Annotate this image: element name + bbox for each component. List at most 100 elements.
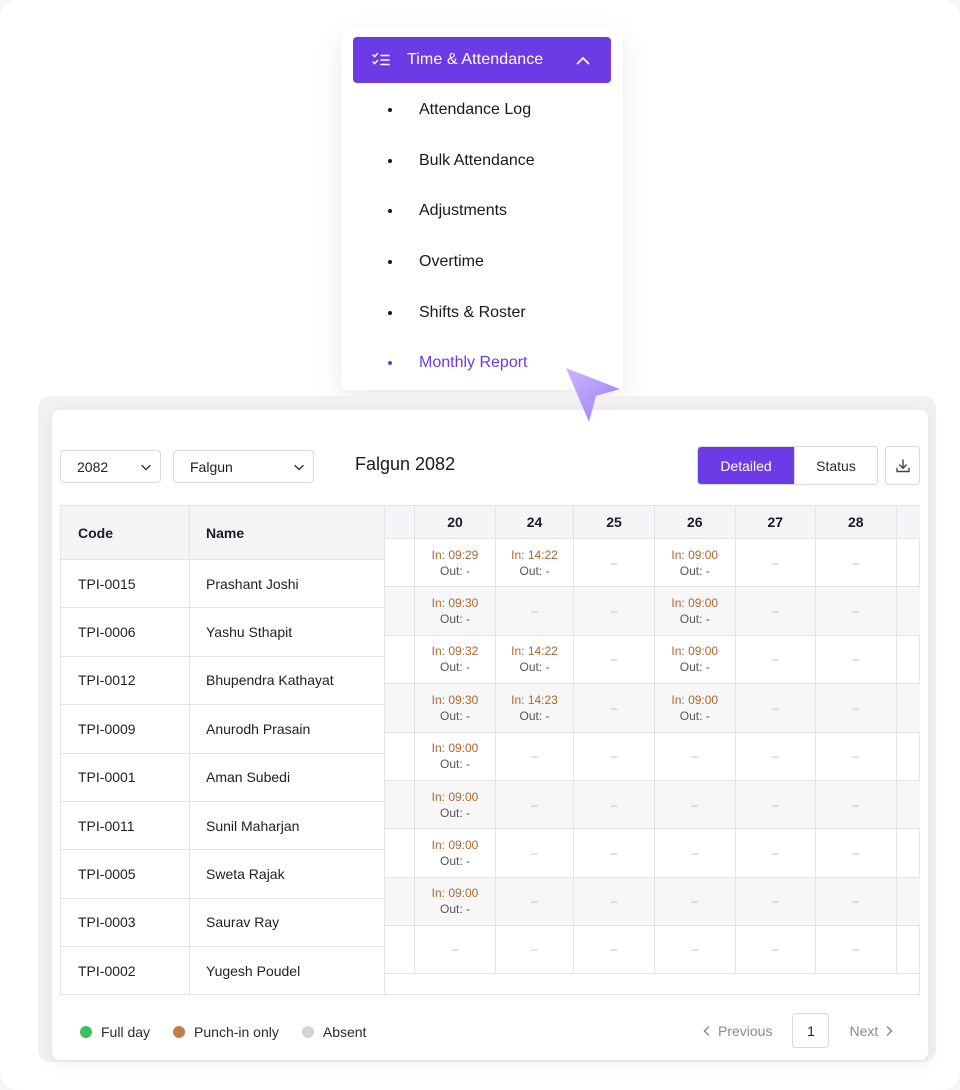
time-attendance-menu-header[interactable]: Time & Attendance [353, 37, 611, 83]
attendance-cell[interactable]: – [736, 780, 816, 829]
attendance-cell[interactable]: – [816, 539, 897, 587]
punch-in-time: In: 09:00 [431, 886, 479, 901]
attendance-cell[interactable]: In: 09:00 Out: - [415, 732, 496, 780]
attendance-cell[interactable]: – [574, 926, 655, 973]
attendance-cell[interactable]: – [574, 780, 655, 829]
attendance-cell[interactable]: – [574, 635, 655, 684]
attendance-cell[interactable]: – [816, 926, 897, 973]
punch-out-time: Out: - [439, 757, 470, 772]
attendance-cell[interactable]: In: 09:00 Out: - [655, 539, 736, 587]
attendance-cell[interactable]: – [496, 829, 574, 877]
menu-item-attendance-log[interactable]: Attendance Log [341, 85, 623, 136]
attendance-cell[interactable]: – [816, 587, 897, 635]
menu-item-shifts-roster[interactable]: Shifts & Roster [341, 287, 623, 338]
status-view-button[interactable]: Status [794, 447, 877, 484]
attendance-cell[interactable]: In: 09:30 Out: - [415, 587, 496, 635]
attendance-cell[interactable]: – [736, 829, 816, 877]
month-select[interactable]: Falgun [173, 450, 314, 483]
punch-in-time: In: 09:00 [431, 741, 479, 756]
attendance-cell[interactable]: – [655, 732, 736, 780]
day-column-header: 27 [736, 506, 816, 538]
attendance-cell[interactable]: – [415, 926, 496, 973]
attendance-cell[interactable]: – [574, 829, 655, 877]
attendance-cell[interactable]: – [816, 780, 897, 829]
attendance-cell[interactable]: – [736, 587, 816, 635]
attendance-cell[interactable]: – [496, 926, 574, 973]
attendance-cell[interactable]: – [574, 732, 655, 780]
attendance-cell[interactable]: In: 09:30 Out: - [415, 684, 496, 732]
legend-label: Punch-in only [194, 1024, 279, 1040]
punch-in-time: In: 09:29 [431, 547, 479, 562]
spacer-cell [897, 539, 921, 586]
empty-cell-dash: – [691, 894, 699, 909]
empty-cell-dash: – [771, 894, 779, 909]
attendance-cell[interactable]: In: 14:23 Out: - [496, 684, 574, 732]
attendance-cell[interactable]: – [736, 926, 816, 973]
attendance-cell[interactable]: – [574, 877, 655, 926]
day-columns[interactable]: 20 24 25 26 27 28 In: 09:29 Out: - In: 14:22 Out:… [385, 506, 920, 974]
attendance-cell[interactable]: In: 14:22 Out: - [496, 539, 574, 587]
spacer-cell [385, 877, 415, 926]
attendance-cell[interactable]: – [655, 780, 736, 829]
attendance-cell[interactable]: – [736, 877, 816, 926]
employee-code: TPI-0006 [61, 608, 190, 656]
empty-cell-dash: – [771, 604, 779, 619]
employee-code: TPI-0012 [61, 656, 190, 705]
view-toggle: Detailed Status [697, 446, 878, 485]
empty-cell-dash: – [691, 846, 699, 861]
attendance-cell[interactable]: – [574, 684, 655, 732]
legend-label: Absent [322, 1024, 367, 1040]
page-number-button[interactable]: 1 [792, 1013, 830, 1048]
chevron-up-icon[interactable] [575, 52, 591, 68]
attendance-cell[interactable]: In: 09:29 Out: - [415, 539, 496, 587]
spacer-cell [897, 781, 921, 828]
menu-item-bulk-attendance[interactable]: Bulk Attendance [341, 136, 623, 187]
detailed-view-button[interactable]: Detailed [698, 447, 794, 484]
employee-code: TPI-0002 [61, 947, 190, 995]
attendance-cell[interactable]: – [655, 829, 736, 877]
attendance-cell[interactable]: – [816, 829, 897, 877]
attendance-cell[interactable]: – [574, 539, 655, 587]
attendance-cell[interactable]: – [816, 877, 897, 926]
attendance-cell[interactable]: – [496, 587, 574, 635]
attendance-cell[interactable]: In: 14:22 Out: - [496, 635, 574, 684]
previous-page-button[interactable]: Previous [702, 1023, 772, 1039]
download-button[interactable] [885, 446, 920, 485]
attendance-cell[interactable]: – [496, 732, 574, 780]
employee-name: Bhupendra Kathayat [206, 672, 334, 689]
attendance-cell[interactable]: In: 09:32 Out: - [415, 635, 496, 684]
attendance-cell[interactable]: – [736, 539, 816, 587]
attendance-cell[interactable]: – [736, 732, 816, 780]
attendance-cell[interactable]: In: 09:00 Out: - [655, 635, 736, 684]
attendance-cell[interactable]: – [736, 684, 816, 732]
attendance-cell[interactable]: – [655, 877, 736, 926]
attendance-cell[interactable]: – [736, 635, 816, 684]
empty-cell-dash: – [771, 846, 779, 861]
attendance-cell[interactable]: In: 09:00 Out: - [655, 587, 736, 635]
spacer-cell [897, 733, 921, 780]
attendance-cell[interactable]: In: 09:00 Out: - [415, 877, 496, 926]
legend-dot-icon [80, 1026, 92, 1038]
attendance-cell[interactable]: – [574, 587, 655, 635]
attendance-cell[interactable]: In: 09:00 Out: - [655, 684, 736, 732]
menu-item-overtime[interactable]: Overtime [341, 237, 623, 288]
spacer-cell [385, 539, 415, 587]
menu-item-adjustments[interactable]: Adjustments [341, 186, 623, 237]
punch-out-time: Out: - [439, 805, 470, 820]
attendance-cell[interactable]: – [655, 926, 736, 973]
next-page-button[interactable]: Next [849, 1023, 894, 1039]
attendance-cell[interactable]: – [816, 732, 897, 780]
attendance-cell[interactable]: In: 09:00 Out: - [415, 829, 496, 877]
attendance-cell[interactable]: – [816, 684, 897, 732]
year-select[interactable]: 2082 [60, 450, 161, 483]
attendance-cell[interactable]: – [496, 877, 574, 926]
spacer-cell [385, 635, 415, 684]
attendance-cell[interactable]: – [816, 635, 897, 684]
punch-in-time: In: 09:00 [671, 692, 719, 707]
attendance-cell[interactable]: In: 09:00 Out: - [415, 780, 496, 829]
table-row: TPI-0006 Yashu Sthapit [61, 607, 384, 656]
day-grid-row: – – – – – – [385, 925, 920, 974]
table-row: TPI-0011 Sunil Maharjan [61, 800, 384, 850]
attendance-cell[interactable]: – [496, 780, 574, 829]
employee-code: TPI-0003 [61, 898, 190, 947]
